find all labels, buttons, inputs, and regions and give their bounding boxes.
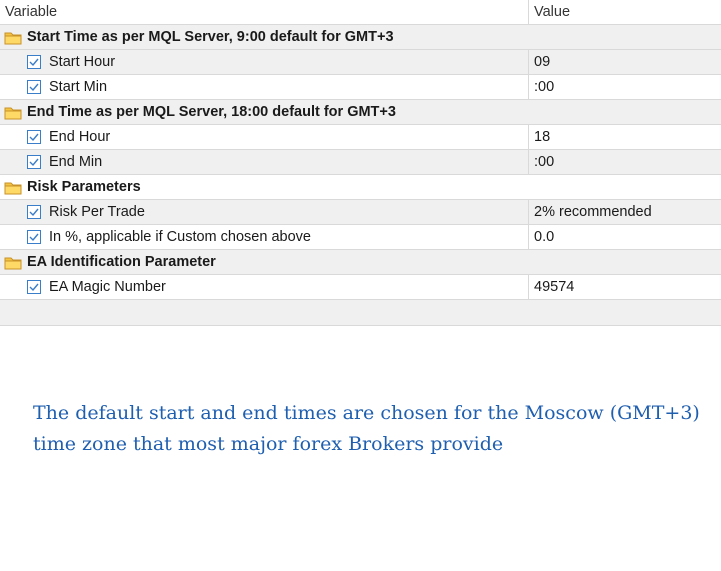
folder-icon — [4, 257, 22, 269]
checkbox-icon[interactable] — [27, 155, 41, 169]
param-row-ea-magic-number[interactable]: EA Magic Number 49574 — [0, 275, 721, 300]
param-row-risk-per-trade[interactable]: Risk Per Trade 2% recommended — [0, 200, 721, 225]
param-name: EA Magic Number — [49, 279, 166, 295]
param-name: Start Hour — [49, 54, 116, 70]
group-title: Risk Parameters — [27, 179, 141, 195]
explanation-note: The default start and end times are chos… — [33, 402, 700, 455]
param-row-risk-percent[interactable]: In %, applicable if Custom chosen above … — [0, 225, 721, 250]
param-name: End Min — [49, 154, 103, 170]
group-title: EA Identification Parameter — [27, 254, 216, 270]
group-row-risk-parameters[interactable]: Risk Parameters — [0, 175, 721, 200]
param-value[interactable]: :00 — [529, 75, 721, 99]
parameters-table: Variable Value Start Time as per MQL Ser… — [0, 0, 721, 326]
param-value[interactable]: 0.0 — [529, 225, 721, 249]
folder-icon — [4, 107, 22, 119]
checkbox-icon[interactable] — [27, 280, 41, 294]
param-value[interactable]: 18 — [529, 125, 721, 149]
group-title: Start Time as per MQL Server, 9:00 defau… — [27, 29, 394, 45]
column-header-value[interactable]: Value — [529, 0, 721, 24]
table-header: Variable Value — [0, 0, 721, 25]
param-name: Risk Per Trade — [49, 204, 145, 220]
checkbox-icon[interactable] — [27, 130, 41, 144]
folder-icon — [4, 182, 22, 194]
checkbox-icon[interactable] — [27, 205, 41, 219]
group-title: End Time as per MQL Server, 18:00 defaul… — [27, 104, 396, 120]
param-row-start-hour[interactable]: Start Hour 09 — [0, 50, 721, 75]
param-row-end-hour[interactable]: End Hour 18 — [0, 125, 721, 150]
param-row-start-min[interactable]: Start Min :00 — [0, 75, 721, 100]
empty-row — [0, 300, 721, 326]
checkbox-icon[interactable] — [27, 230, 41, 244]
param-name: Start Min — [49, 79, 108, 95]
param-value[interactable]: 09 — [529, 50, 721, 74]
param-value[interactable]: :00 — [529, 150, 721, 174]
group-row-ea-identification[interactable]: EA Identification Parameter — [0, 250, 721, 275]
param-name: End Hour — [49, 129, 111, 145]
param-name: In %, applicable if Custom chosen above — [49, 229, 311, 245]
checkbox-icon[interactable] — [27, 80, 41, 94]
param-value[interactable]: 49574 — [529, 275, 721, 299]
param-row-end-min[interactable]: End Min :00 — [0, 150, 721, 175]
param-value[interactable]: 2% recommended — [529, 200, 721, 224]
group-row-end-time[interactable]: End Time as per MQL Server, 18:00 defaul… — [0, 100, 721, 125]
group-row-start-time[interactable]: Start Time as per MQL Server, 9:00 defau… — [0, 25, 721, 50]
checkbox-icon[interactable] — [27, 55, 41, 69]
folder-icon — [4, 32, 22, 44]
column-header-variable[interactable]: Variable — [0, 0, 528, 24]
